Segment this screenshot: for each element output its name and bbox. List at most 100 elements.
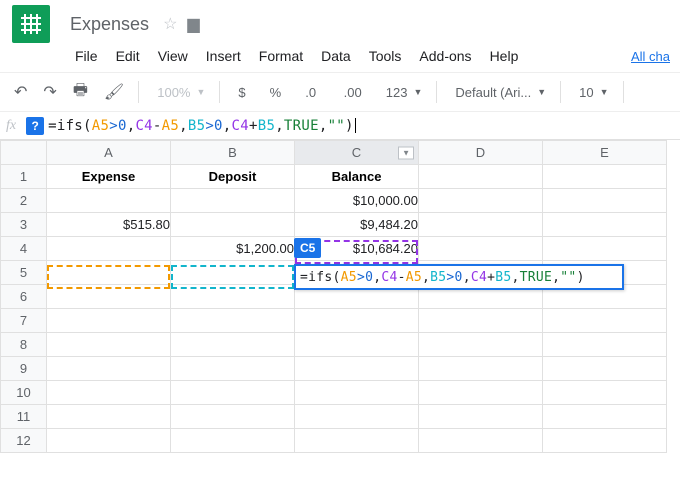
- cell[interactable]: [171, 429, 295, 453]
- menu-file[interactable]: File: [66, 44, 107, 68]
- cell[interactable]: Balance: [295, 165, 419, 189]
- font-size-dropdown[interactable]: 10▼: [569, 81, 614, 104]
- cell[interactable]: [171, 405, 295, 429]
- zoom-dropdown[interactable]: 100%▼: [147, 81, 211, 104]
- cell[interactable]: [419, 165, 543, 189]
- cell[interactable]: [171, 261, 295, 285]
- cell[interactable]: [543, 213, 667, 237]
- row-header[interactable]: 8: [1, 333, 47, 357]
- col-header-d[interactable]: D: [419, 141, 543, 165]
- cell[interactable]: [295, 309, 419, 333]
- last-edit-link[interactable]: All cha: [631, 49, 674, 64]
- document-title[interactable]: Expenses: [66, 12, 153, 37]
- cell[interactable]: [419, 189, 543, 213]
- cell[interactable]: [543, 405, 667, 429]
- cell[interactable]: Deposit: [171, 165, 295, 189]
- cell[interactable]: [47, 309, 171, 333]
- cell[interactable]: [295, 381, 419, 405]
- row-header[interactable]: 3: [1, 213, 47, 237]
- cell[interactable]: [47, 405, 171, 429]
- menu-insert[interactable]: Insert: [197, 44, 250, 68]
- cell[interactable]: [419, 357, 543, 381]
- row-header[interactable]: 6: [1, 285, 47, 309]
- row-header[interactable]: 4: [1, 237, 47, 261]
- row-header[interactable]: 7: [1, 309, 47, 333]
- cell[interactable]: Expense: [47, 165, 171, 189]
- number-format-dropdown[interactable]: 123▼: [376, 81, 429, 104]
- cell[interactable]: [419, 237, 543, 261]
- column-menu-icon[interactable]: ▼: [398, 146, 414, 159]
- sheets-app-icon[interactable]: [12, 5, 50, 43]
- menu-tools[interactable]: Tools: [360, 44, 411, 68]
- print-button[interactable]: 🖶: [67, 75, 94, 110]
- cell[interactable]: [171, 333, 295, 357]
- cell[interactable]: [543, 357, 667, 381]
- formula-help-icon[interactable]: ?: [26, 117, 44, 135]
- cell[interactable]: [47, 429, 171, 453]
- cell[interactable]: [419, 309, 543, 333]
- cell[interactable]: [543, 165, 667, 189]
- col-header-a[interactable]: A: [47, 141, 171, 165]
- cell[interactable]: [419, 333, 543, 357]
- select-all-corner[interactable]: [1, 141, 47, 165]
- menu-format[interactable]: Format: [250, 44, 312, 68]
- menu-view[interactable]: View: [149, 44, 197, 68]
- spreadsheet-grid[interactable]: A B C▼ D E 1 Expense Deposit Balance 2 $…: [0, 140, 680, 453]
- cell[interactable]: [47, 285, 171, 309]
- cell[interactable]: [543, 309, 667, 333]
- paint-format-button[interactable]: 🖌: [98, 78, 130, 106]
- row-header[interactable]: 2: [1, 189, 47, 213]
- row-header[interactable]: 1: [1, 165, 47, 189]
- row-header[interactable]: 10: [1, 381, 47, 405]
- formula-input[interactable]: =ifs(A5>0,C4-A5,B5>0,C4+B5,TRUE,""): [48, 118, 356, 134]
- cell[interactable]: [171, 357, 295, 381]
- cell[interactable]: [419, 405, 543, 429]
- cell[interactable]: [171, 381, 295, 405]
- menu-help[interactable]: Help: [481, 44, 528, 68]
- format-currency-button[interactable]: $: [228, 81, 255, 104]
- decrease-decimal-button[interactable]: .0: [295, 81, 329, 104]
- cell[interactable]: $515.80: [47, 213, 171, 237]
- cell-editor[interactable]: =ifs(A5>0,C4-A5,B5>0,C4+B5,TRUE,""): [294, 264, 624, 290]
- cell[interactable]: [295, 357, 419, 381]
- row-header[interactable]: 11: [1, 405, 47, 429]
- cell[interactable]: [543, 237, 667, 261]
- star-icon[interactable]: ☆: [163, 14, 177, 34]
- undo-button[interactable]: ↶: [8, 78, 33, 106]
- cell[interactable]: [543, 189, 667, 213]
- cell[interactable]: [543, 381, 667, 405]
- cell[interactable]: [47, 333, 171, 357]
- menu-addons[interactable]: Add-ons: [410, 44, 480, 68]
- cell[interactable]: [295, 429, 419, 453]
- cell[interactable]: [419, 213, 543, 237]
- formula-bar[interactable]: fx ? =ifs(A5>0,C4-A5,B5>0,C4+B5,TRUE,""): [0, 112, 680, 140]
- cell[interactable]: [47, 357, 171, 381]
- format-percent-button[interactable]: %: [260, 81, 292, 104]
- redo-button[interactable]: ↷: [37, 78, 62, 106]
- cell[interactable]: [295, 405, 419, 429]
- cell[interactable]: [47, 237, 171, 261]
- cell[interactable]: [295, 333, 419, 357]
- cell[interactable]: [47, 189, 171, 213]
- cell[interactable]: [419, 381, 543, 405]
- cell[interactable]: $10,000.00: [295, 189, 419, 213]
- row-header[interactable]: 5: [1, 261, 47, 285]
- col-header-b[interactable]: B: [171, 141, 295, 165]
- col-header-e[interactable]: E: [543, 141, 667, 165]
- cell[interactable]: [171, 189, 295, 213]
- row-header[interactable]: 12: [1, 429, 47, 453]
- cell[interactable]: [171, 285, 295, 309]
- folder-icon[interactable]: ▆: [187, 14, 199, 34]
- menu-edit[interactable]: Edit: [107, 44, 149, 68]
- cell[interactable]: [543, 333, 667, 357]
- cell[interactable]: [419, 429, 543, 453]
- cell[interactable]: [171, 309, 295, 333]
- cell[interactable]: [171, 213, 295, 237]
- cell[interactable]: [47, 261, 171, 285]
- cell[interactable]: $9,484.20: [295, 213, 419, 237]
- cell[interactable]: [543, 429, 667, 453]
- increase-decimal-button[interactable]: .00: [334, 81, 372, 104]
- row-header[interactable]: 9: [1, 357, 47, 381]
- cell[interactable]: [47, 381, 171, 405]
- menu-data[interactable]: Data: [312, 44, 360, 68]
